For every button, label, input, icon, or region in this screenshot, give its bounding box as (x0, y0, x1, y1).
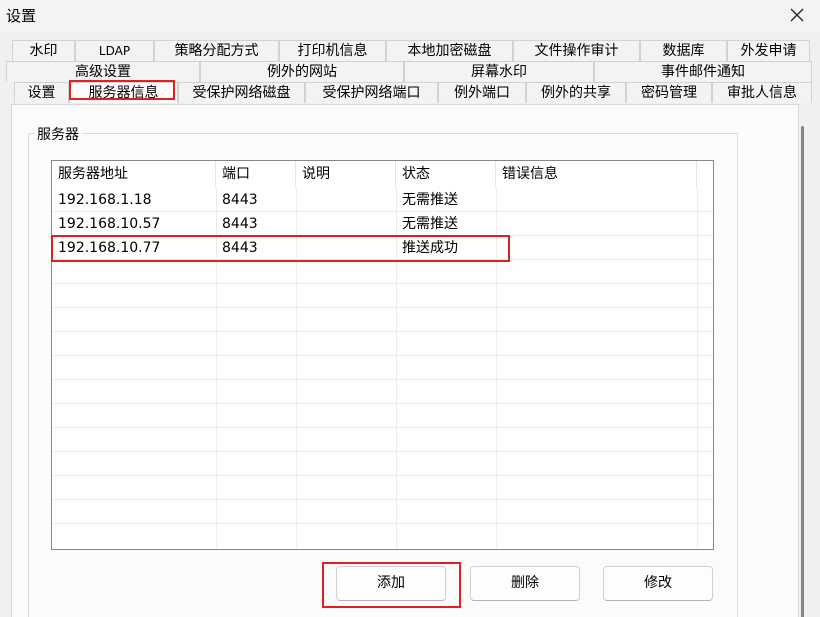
tab-screen-watermark[interactable]: 屏幕水印 (404, 61, 594, 82)
tab-protected-network-disk[interactable]: 受保护网络磁盘 (178, 82, 305, 103)
close-button[interactable] (774, 0, 820, 30)
empty-row (52, 380, 713, 404)
cell-error-info (496, 212, 697, 236)
column-header-error-info[interactable]: 错误信息 (496, 161, 697, 187)
tab-row-3: 设置 服务器信息 受保护网络磁盘 受保护网络端口 例外端口 例外的共享 密码管理… (0, 82, 820, 103)
tab-settings[interactable]: 设置 (14, 82, 69, 103)
table-row[interactable]: 192.168.10.57 8443 无需推送 (52, 212, 713, 236)
cell-error-info (496, 236, 697, 260)
cell-status: 推送成功 (402, 240, 458, 256)
table-row[interactable]: 192.168.1.18 8443 无需推送 (52, 188, 713, 212)
tab-database[interactable]: 数据库 (640, 40, 727, 61)
tab-outgoing-request[interactable]: 外发申请 (727, 40, 810, 61)
close-icon (790, 8, 804, 22)
cell-description (296, 188, 396, 212)
empty-row (52, 308, 713, 332)
empty-row (52, 500, 713, 524)
tab-protected-network-port[interactable]: 受保护网络端口 (305, 82, 438, 103)
empty-row (52, 260, 713, 284)
empty-row (52, 404, 713, 428)
cell-status: 无需推送 (402, 192, 458, 208)
empty-row (52, 284, 713, 308)
tab-exception-ports[interactable]: 例外端口 (438, 82, 526, 103)
table-row[interactable]: 192.168.10.77 8443 推送成功 (52, 236, 713, 260)
tab-file-operation-audit[interactable]: 文件操作审计 (513, 40, 640, 61)
cell-description (296, 236, 396, 260)
cell-port: 8443 (222, 192, 258, 208)
empty-row (52, 356, 713, 380)
cell-description (296, 212, 396, 236)
empty-row (52, 452, 713, 476)
empty-row (52, 332, 713, 356)
tab-server-info[interactable]: 服务器信息 (69, 82, 178, 103)
grid-line (496, 187, 497, 549)
grid-line (697, 187, 698, 549)
column-header-description[interactable]: 说明 (296, 161, 396, 187)
title-bar: 设置 (0, 0, 820, 32)
tab-exception-shares[interactable]: 例外的共享 (526, 82, 626, 103)
cell-port: 8443 (222, 240, 258, 256)
tab-printer-info[interactable]: 打印机信息 (279, 40, 386, 61)
tab-row-2: 高级设置 例外的网站 屏幕水印 事件邮件通知 (0, 61, 820, 82)
cell-error-info (496, 188, 697, 212)
delete-button[interactable]: 删除 (470, 566, 580, 601)
tab-row-1: 水印 LDAP 策略分配方式 打印机信息 本地加密磁盘 文件操作审计 数据库 外… (0, 40, 820, 61)
cell-server-address: 192.168.10.77 (58, 240, 161, 256)
vertical-scrollbar[interactable] (801, 126, 804, 617)
tab-exception-websites[interactable]: 例外的网站 (200, 61, 404, 82)
column-header-port[interactable]: 端口 (216, 161, 296, 187)
tab-advanced-settings[interactable]: 高级设置 (6, 61, 200, 82)
grid-line (296, 187, 297, 549)
cell-server-address: 192.168.10.57 (58, 216, 161, 232)
tab-approver-info[interactable]: 审批人信息 (712, 82, 812, 103)
tab-local-encrypted-disk[interactable]: 本地加密磁盘 (386, 40, 513, 61)
grid-line (216, 187, 217, 549)
column-header-server-address[interactable]: 服务器地址 (52, 161, 216, 187)
empty-row (52, 476, 713, 500)
tab-watermark[interactable]: 水印 (12, 40, 75, 61)
server-group-label: 服务器 (34, 124, 82, 144)
tab-policy-assignment[interactable]: 策略分配方式 (154, 40, 279, 61)
cell-port: 8443 (222, 216, 258, 232)
grid-line (396, 187, 397, 549)
column-header-status[interactable]: 状态 (396, 161, 496, 187)
window-title: 设置 (6, 7, 37, 25)
server-list[interactable]: 服务器地址 端口 说明 状态 错误信息 192.168.1.18 8443 无需… (51, 160, 714, 550)
add-button[interactable]: 添加 (336, 566, 446, 601)
tab-password-management[interactable]: 密码管理 (626, 82, 712, 103)
tab-ldap[interactable]: LDAP (75, 40, 154, 61)
modify-button[interactable]: 修改 (603, 566, 713, 601)
empty-row (52, 428, 713, 452)
cell-server-address: 192.168.1.18 (58, 192, 152, 208)
cell-status: 无需推送 (402, 216, 458, 232)
tab-event-email-notification[interactable]: 事件邮件通知 (594, 61, 812, 82)
